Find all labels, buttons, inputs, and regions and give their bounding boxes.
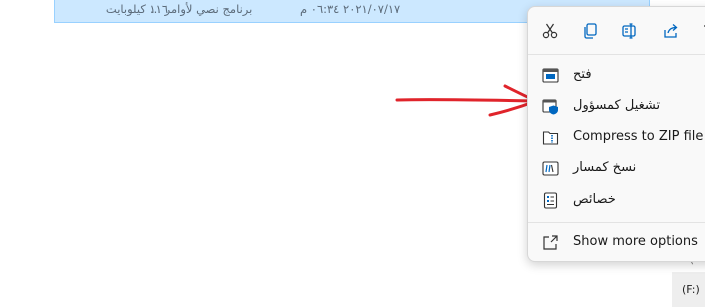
copy-button[interactable] <box>579 19 603 43</box>
zip-icon <box>542 131 559 145</box>
menu-item-label: تشغيل كمسؤول <box>573 98 661 113</box>
menu-item-compress-zip[interactable]: Compress to ZIP file <box>532 122 705 152</box>
file-date: ٢٠٢١/٠٧/١٧ ٠٦:٣٤ م <box>300 2 401 16</box>
copy-path-icon <box>542 161 559 176</box>
menu-item-copy-as-path[interactable]: نسخ كمسار <box>532 153 705 183</box>
share-icon <box>664 24 678 38</box>
context-menu-toolbar <box>528 7 705 53</box>
menu-item-label: Show more options <box>573 234 698 249</box>
properties-icon <box>543 192 558 209</box>
menu-item-label: نسخ كمسار <box>573 160 637 175</box>
menu-item-label: خصائص <box>573 192 616 207</box>
show-more-icon <box>543 235 558 250</box>
menu-item-run-as-admin[interactable]: تشغيل كمسؤول <box>532 91 705 121</box>
run-as-admin-icon <box>542 99 558 115</box>
annotation-arrow <box>395 84 538 117</box>
share-button[interactable] <box>659 19 683 43</box>
menu-item-label: فتح <box>573 67 592 82</box>
delete-button[interactable] <box>698 19 705 43</box>
menu-item-open[interactable]: فتح <box>532 60 705 90</box>
cut-button[interactable] <box>538 19 562 43</box>
menu-item-show-more-options[interactable]: Show more options <box>532 227 705 257</box>
rename-button[interactable] <box>618 19 642 43</box>
menu-item-properties[interactable]: خصائص <box>532 185 705 215</box>
cut-icon <box>542 23 558 39</box>
menu-item-label: Compress to ZIP file <box>573 129 704 144</box>
open-icon <box>542 68 559 83</box>
file-type: برنامج نصي لأوامر ... <box>150 2 253 16</box>
menu-separator <box>528 54 705 55</box>
menu-separator <box>528 222 705 223</box>
context-menu: فتح تشغيل كمسؤول Compress to ZIP file نس… <box>527 6 705 262</box>
copy-icon <box>584 23 597 39</box>
delete-icon <box>704 25 705 28</box>
rename-icon <box>622 23 636 39</box>
drive-label[interactable]: (F:) <box>682 283 700 296</box>
